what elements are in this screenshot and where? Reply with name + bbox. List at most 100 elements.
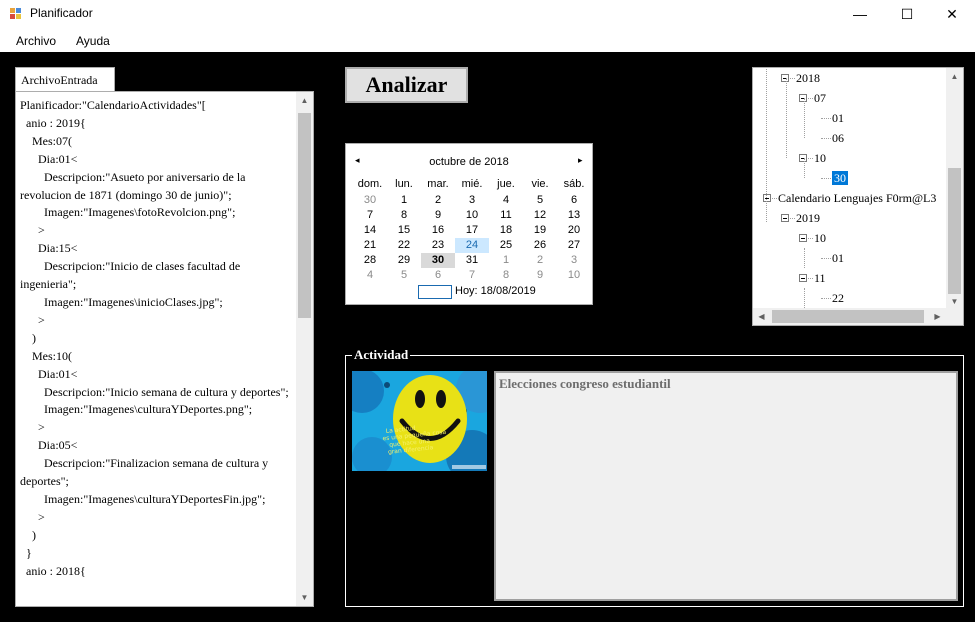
calendar-day[interactable]: 7 [353,208,387,223]
code-line: > [20,223,45,238]
calendar-day[interactable]: 28 [353,253,387,268]
calendar-day[interactable]: 2 [421,193,455,208]
calendar-day[interactable]: 19 [523,223,557,238]
tree-node[interactable]: 2018 [796,70,820,87]
today-marker [418,285,452,299]
calendar-day[interactable]: 3 [557,253,591,268]
scroll-thumb[interactable] [948,168,961,294]
calendar-day[interactable]: 22 [387,238,421,253]
calendar-day[interactable]: 30 [421,253,455,268]
collapse-icon[interactable] [799,274,807,282]
calendar-day[interactable]: 9 [523,268,557,283]
editor-scrollbar[interactable]: ▲ ▼ [296,92,313,606]
calendar-day[interactable]: 11 [489,208,523,223]
calendar-day[interactable]: 14 [353,223,387,238]
tree-line [804,158,805,178]
calendar-day[interactable]: 27 [557,238,591,253]
tree-node[interactable]: 10 [814,150,826,167]
calendar-day[interactable]: 26 [523,238,557,253]
calendar-day[interactable]: 24 [455,238,489,253]
calendar-day[interactable]: 1 [489,253,523,268]
code-line: Dia:15< [20,241,78,256]
calendar-day[interactable]: 4 [353,268,387,283]
maximize-icon[interactable]: ☐ [884,0,930,28]
scroll-thumb[interactable] [772,310,924,323]
calendar-day[interactable]: 13 [557,208,591,223]
calendar-day[interactable]: 8 [387,208,421,223]
calendar-day[interactable]: 25 [489,238,523,253]
calendar-day[interactable]: 20 [557,223,591,238]
calendar-day[interactable]: 21 [353,238,387,253]
activity-description[interactable]: Elecciones congreso estudiantil [494,371,958,601]
weekday-header: dom. [357,178,383,190]
tree-node[interactable]: 2019 [796,210,820,227]
analyze-button[interactable]: Analizar [345,67,468,103]
scroll-down-icon[interactable]: ▼ [296,589,313,606]
calendar-day[interactable]: 4 [489,193,523,208]
tree-node[interactable]: 30 [832,170,848,187]
calendar-day[interactable]: 31 [455,253,489,268]
calendar-day[interactable]: 12 [523,208,557,223]
tree-horizontal-scrollbar[interactable]: ◀ ▶ [753,308,946,325]
calendar-day[interactable]: 3 [455,193,489,208]
scroll-up-icon[interactable]: ▲ [946,68,963,85]
calendar-day[interactable]: 18 [489,223,523,238]
calendar-day[interactable]: 23 [421,238,455,253]
menu-ayuda[interactable]: Ayuda [76,34,110,48]
calendar-day[interactable]: 6 [421,268,455,283]
weekday-header: vie. [531,178,549,190]
tree-node[interactable]: Calendario Lenguajes F0rm@L3 [778,190,936,207]
activity-group-label: Actividad [352,347,411,363]
collapse-icon[interactable] [781,214,789,222]
tree-node[interactable]: 07 [814,90,826,107]
collapse-icon[interactable] [763,194,771,202]
input-file-editor[interactable]: Planificador:"CalendarioActividades"[ an… [15,91,314,607]
calendar-day[interactable]: 5 [387,268,421,283]
calendar-month-label[interactable]: octubre de 2018 [346,156,592,168]
weekday-header: jue. [497,178,515,190]
calendar-day[interactable]: 10 [455,208,489,223]
calendar-tree[interactable]: 2018 07 01 06 10 30 Calendario Lenguajes F0rm@… [752,67,964,326]
weekday-header: sáb. [563,178,585,190]
code-line: Descripcion:"Inicio semana de cultura y … [20,384,289,399]
calendar-day[interactable]: 17 [455,223,489,238]
calendar-day[interactable]: 9 [421,208,455,223]
collapse-icon[interactable] [799,234,807,242]
tree-node[interactable]: 06 [832,130,844,147]
tree-node[interactable]: 10 [814,230,826,247]
calendar-day[interactable]: 2 [523,253,557,268]
menu-archivo[interactable]: Archivo [16,34,56,48]
month-calendar[interactable]: ◂ octubre de 2018 ▸ dom. lun. mar. mié. jue.… [345,143,593,305]
calendar-day[interactable]: 10 [557,268,591,283]
scroll-right-icon[interactable]: ▶ [929,308,946,325]
calendar-day[interactable]: 8 [489,268,523,283]
calendar-day[interactable]: 15 [387,223,421,238]
minimize-icon[interactable]: — [837,0,883,28]
calendar-day[interactable]: 29 [387,253,421,268]
calendar-day[interactable]: 6 [557,193,591,208]
activity-description-text: Elecciones congreso estudiantil [499,376,671,391]
tree-node[interactable]: 22 [832,290,844,307]
scroll-left-icon[interactable]: ◀ [753,308,770,325]
tree-node[interactable]: 11 [814,270,826,287]
tree-vertical-scrollbar[interactable]: ▲ ▼ [946,68,963,310]
collapse-icon[interactable] [799,154,807,162]
collapse-icon[interactable] [781,74,789,82]
activity-image: La actitud es una pequeña cosa que hace … [352,371,487,471]
collapse-icon[interactable] [799,94,807,102]
tree-node[interactable]: 01 [832,250,844,267]
editor-text[interactable]: Planificador:"CalendarioActividades"[ an… [20,97,292,580]
scroll-thumb[interactable] [298,113,311,318]
calendar-day[interactable]: 5 [523,193,557,208]
calendar-day[interactable]: 30 [353,193,387,208]
close-icon[interactable]: ✕ [929,0,975,28]
scroll-up-icon[interactable]: ▲ [296,92,313,109]
tab-archivo-entrada[interactable]: ArchivoEntrada [15,67,115,91]
calendar-day[interactable]: 7 [455,268,489,283]
calendar-day[interactable]: 16 [421,223,455,238]
code-line: anio : 2018{ [20,563,86,578]
today-label[interactable]: Hoy: 18/08/2019 [455,285,536,297]
tree-node[interactable]: 01 [832,110,844,127]
next-month-icon[interactable]: ▸ [578,155,583,166]
calendar-day[interactable]: 1 [387,193,421,208]
